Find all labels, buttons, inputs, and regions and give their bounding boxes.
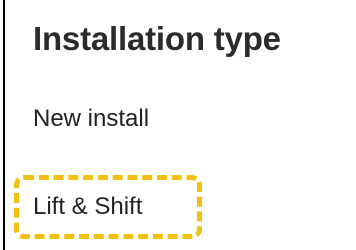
option-lift-and-shift[interactable]: Lift & Shift — [33, 193, 142, 221]
installation-type-panel: Installation type New install Lift & Shi… — [0, 0, 356, 250]
option-new-install[interactable]: New install — [33, 105, 149, 133]
panel-left-border — [3, 0, 5, 250]
installation-type-title: Installation type — [33, 20, 281, 57]
